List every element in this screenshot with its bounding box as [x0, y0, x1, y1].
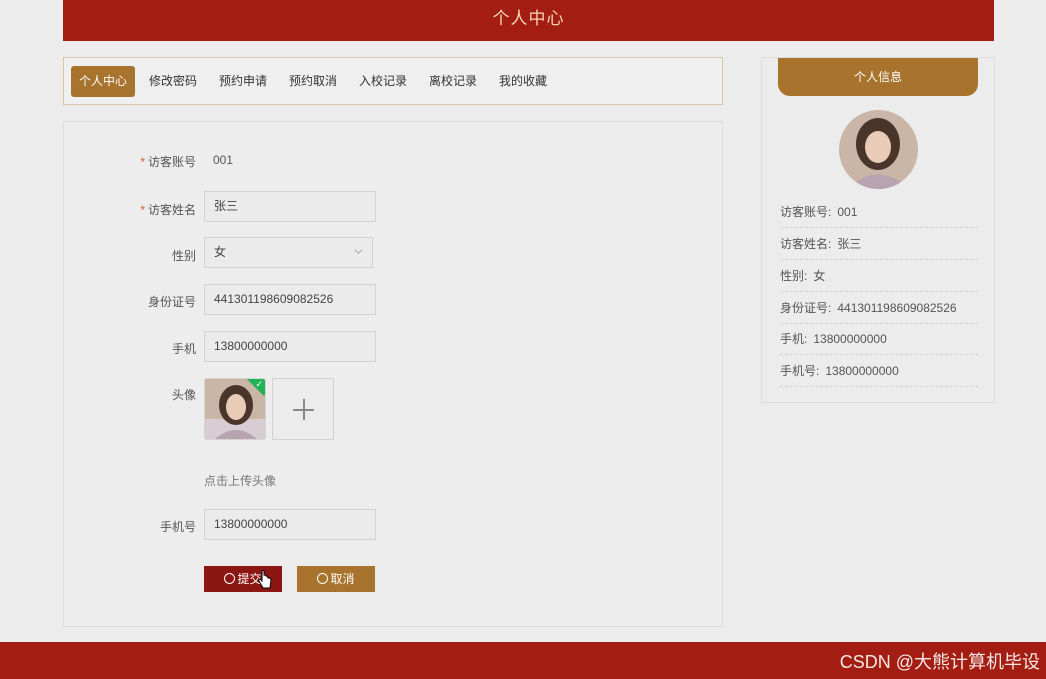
required-mark: * [140, 155, 145, 169]
info-row-mobile: 手机: 13800000000 [780, 323, 978, 355]
page-footer: CSDN @大熊计算机毕设 [0, 642, 1046, 679]
gender-selected-value: 女 [214, 245, 227, 259]
tab-favorites[interactable]: 我的收藏 [499, 66, 547, 97]
name-input[interactable]: 张三 [204, 191, 376, 222]
account-value: 001 [213, 153, 234, 167]
tab-entry-records[interactable]: 入校记录 [359, 66, 407, 97]
info-row-account: 访客账号: 001 [780, 196, 978, 228]
id-number-label: 身份证号 [147, 295, 196, 309]
tab-booking-apply[interactable]: 预约申请 [219, 66, 267, 97]
profile-avatar [839, 110, 918, 189]
gender-label: 性别 [171, 249, 196, 263]
upload-avatar-hint[interactable]: 点击上传头像 [204, 472, 276, 489]
gender-select[interactable]: 女 [204, 237, 373, 268]
id-number-input[interactable]: 441301198609082526 [204, 284, 376, 315]
minus-circle-icon [317, 573, 329, 584]
avatar-thumbnail[interactable]: ✓ [204, 378, 266, 440]
personal-info-panel: 个人信息 访客账号: 001 访客姓名: 张三 性别: 女 身份证号: 44130119… [761, 57, 995, 403]
tab-personal-center[interactable]: 个人中心 [71, 66, 136, 97]
chevron-down-icon [354, 249, 363, 255]
required-mark: * [140, 203, 145, 217]
info-row-phone: 手机号: 13800000000 [780, 355, 978, 387]
watermark: CSDN @大熊计算机毕设 [839, 652, 1040, 672]
tab-exit-records[interactable]: 离校记录 [429, 66, 477, 97]
tab-bar: 个人中心 修改密码 预约申请 预约取消 入校记录 离校记录 我的收藏 [63, 57, 723, 105]
avatar-image [839, 110, 918, 189]
avatar-label: 头像 [171, 388, 196, 402]
info-row-name: 访客姓名: 张三 [780, 228, 978, 260]
tab-booking-cancel[interactable]: 预约取消 [289, 66, 337, 97]
info-row-id-number: 身份证号: 441301198609082526 [780, 292, 978, 324]
cancel-button[interactable]: 取消 [297, 566, 375, 592]
mobile-input[interactable]: 13800000000 [204, 331, 376, 362]
phone-input[interactable]: 13800000000 [204, 509, 376, 540]
hand-cursor-icon [258, 570, 272, 589]
page-title: 个人中心 [492, 9, 565, 28]
profile-form: * 访客账号 001 * 访客姓名 张三 性别 女 身份证号 44130119860… [63, 121, 723, 627]
account-label: * 访客账号 [140, 155, 196, 169]
avatar-upload-button[interactable] [272, 378, 334, 440]
name-label: * 访客姓名 [140, 203, 196, 217]
phone-label: 手机号 [159, 520, 196, 534]
check-circle-icon [224, 573, 236, 584]
info-row-gender: 性别: 女 [780, 260, 978, 292]
page-header: 个人中心 [63, 0, 994, 41]
mobile-label: 手机 [171, 342, 196, 356]
check-icon: ✓ [255, 379, 263, 389]
personal-info-title: 个人信息 [778, 58, 978, 96]
tab-change-password[interactable]: 修改密码 [149, 66, 197, 97]
